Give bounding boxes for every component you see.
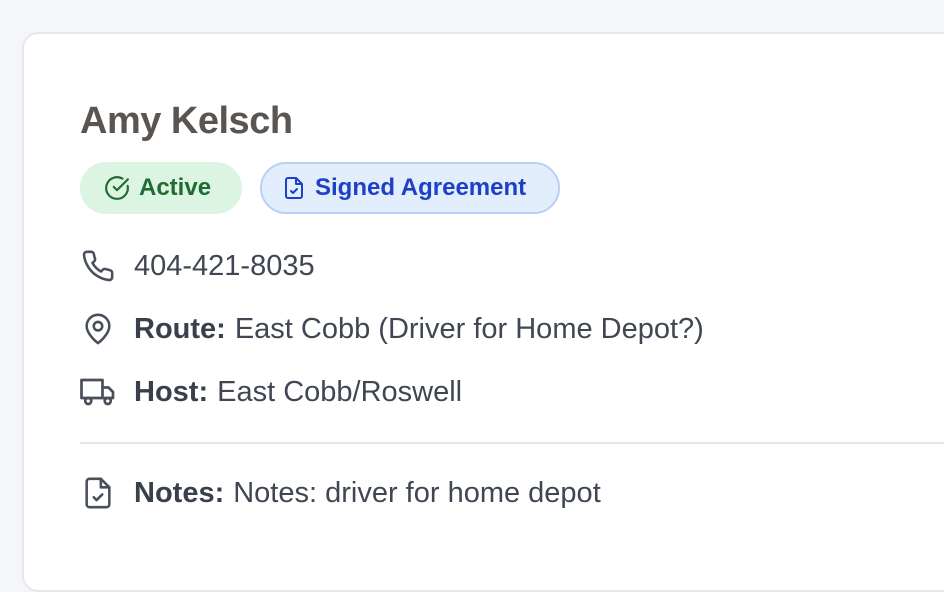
notes-label: Notes:	[134, 476, 225, 509]
notes-value: Notes: driver for home depot	[233, 476, 601, 509]
truck-icon	[80, 374, 116, 410]
host-row: Host: East Cobb/Roswell	[80, 374, 462, 410]
route-value: East Cobb (Driver for Home Depot?)	[234, 312, 704, 345]
check-circle-icon	[104, 175, 130, 201]
file-check-icon	[282, 176, 306, 200]
host-label: Host:	[134, 375, 209, 408]
phone-icon	[80, 248, 116, 284]
host-value: East Cobb/Roswell	[217, 375, 463, 408]
signed-agreement-badge: Signed Agreement	[260, 162, 560, 214]
notes-row: Notes: Notes: driver for home depot	[80, 475, 601, 511]
section-divider	[80, 442, 944, 444]
phone-number[interactable]: 404-421-8035	[134, 250, 315, 283]
status-badges: Active Signed Agreement	[80, 162, 560, 214]
active-badge-label: Active	[139, 174, 212, 201]
contact-card: Amy Kelsch Active Signed Agreement 404-4…	[22, 32, 944, 592]
contact-name: Amy Kelsch	[80, 100, 293, 142]
active-badge: Active	[80, 162, 242, 214]
signed-agreement-label: Signed Agreement	[315, 174, 527, 201]
file-check-icon	[80, 475, 116, 511]
map-pin-icon	[80, 311, 116, 347]
route-label: Route:	[134, 312, 226, 345]
route-row: Route: East Cobb (Driver for Home Depot?…	[80, 311, 704, 347]
phone-row: 404-421-8035	[80, 248, 315, 284]
